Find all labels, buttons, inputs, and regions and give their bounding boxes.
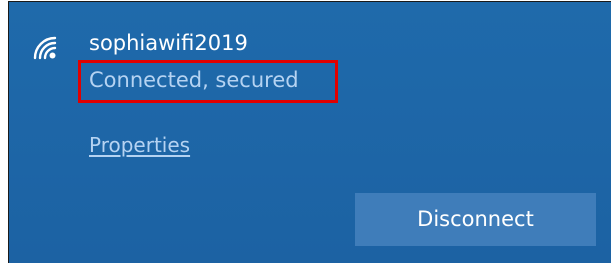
- disconnect-button[interactable]: Disconnect: [355, 193, 596, 246]
- network-name: sophiawifi2019: [89, 31, 248, 55]
- wifi-flyout-frame: sophiawifi2019 Connected, secured Proper…: [8, 1, 611, 263]
- properties-link[interactable]: Properties: [89, 132, 190, 158]
- wifi-signal-icon: [33, 36, 57, 60]
- connection-status: Connected, secured: [89, 68, 299, 92]
- wifi-network-panel[interactable]: sophiawifi2019 Connected, secured Proper…: [9, 2, 611, 263]
